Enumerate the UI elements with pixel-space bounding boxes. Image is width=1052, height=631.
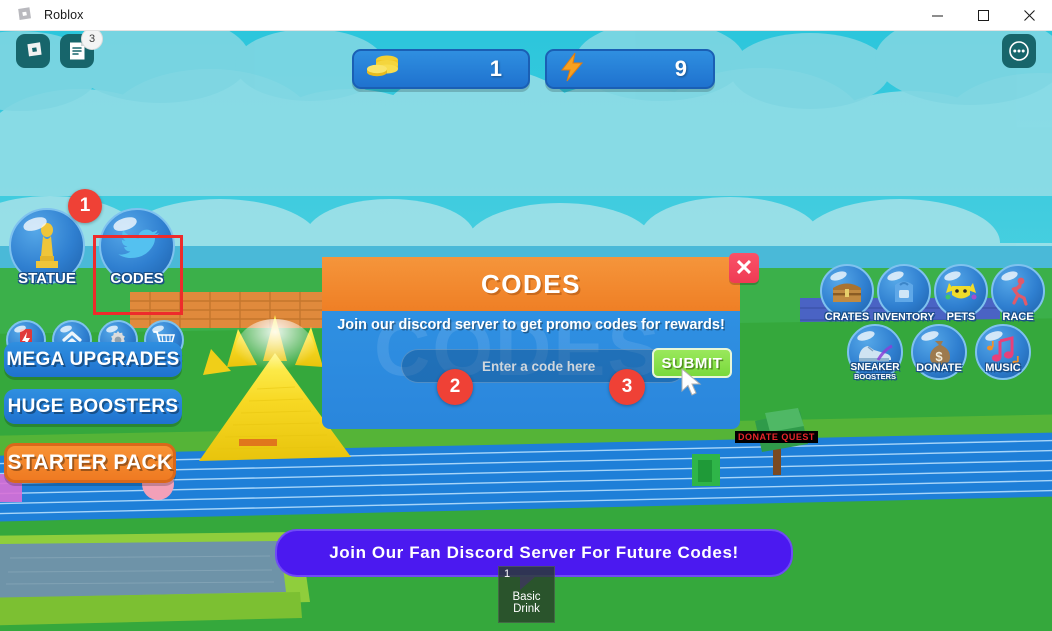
roblox-window: Roblox DONATE QUEST 3 1 9 STATUE CODES M… [0,0,1052,631]
window-controls [914,0,1052,31]
mega-upgrades-button[interactable]: MEGA UPGRADES [4,342,182,377]
sidebar-item-music[interactable] [975,324,1031,380]
hotbar-slot-1[interactable]: 1 Basic Drink [498,566,555,623]
annotation-marker-2: 2 [437,369,473,405]
stat-energy[interactable]: 9 [545,49,715,89]
codes-dialog-body: CODES Join our discord server to get pro… [322,311,740,429]
sidebar-item-pets[interactable] [934,264,988,318]
codes-highlight-box [93,235,183,315]
codes-dialog-subtitle: Join our discord server to get promo cod… [337,317,725,333]
codes-dialog-header: CODES [322,257,740,311]
sidebar-item-race[interactable] [991,264,1045,318]
codes-dialog: CODES CODES Join our discord server to g… [322,257,740,429]
money-bag-icon: $ [930,341,950,365]
game-viewport[interactable]: DONATE QUEST 3 1 9 STATUE CODES MEGA UPG… [0,31,1052,631]
sidebar-item-inventory[interactable] [877,264,931,318]
code-input-placeholder: Enter a code here [482,358,596,374]
energy-value: 9 [674,56,687,81]
world-nametag: DONATE QUEST [735,431,818,443]
sidebar-item-crates[interactable] [820,264,874,318]
hotbar-slot-number: 1 [504,568,511,580]
hotbar-item-name: Basic Drink [512,591,541,615]
more-options-button[interactable] [1002,34,1036,68]
codes-dialog-title: CODES [481,268,581,299]
roblox-logo-icon [8,6,38,24]
pet-horns-icon [945,283,977,300]
close-button[interactable] [1006,0,1052,31]
submit-button[interactable]: SUBMIT [652,348,732,378]
annotation-marker-3: 3 [609,369,645,405]
codes-dialog-close-button[interactable]: ✕ [729,253,759,283]
starter-pack-button[interactable]: STARTER PACK [4,443,176,483]
stat-coins[interactable]: 1 [352,49,530,89]
roblox-home-button[interactable] [16,34,50,68]
huge-boosters-button[interactable]: HUGE BOOSTERS [4,389,182,424]
ellipsis-icon [1009,41,1029,61]
annotation-marker-1: 1 [68,189,102,223]
coins-icon [364,52,404,87]
minimize-button[interactable] [914,0,960,31]
window-title: Roblox [44,8,84,22]
chat-button[interactable]: 3 [60,31,103,68]
sneaker-icon [859,344,893,362]
treasure-chest-icon [833,283,861,302]
roblox-logo-icon [26,41,42,56]
lightning-bolt-icon [557,51,587,88]
sidebar-item-sneaker-boosters[interactable] [847,324,903,380]
maximize-button[interactable] [960,0,1006,31]
window-title-bar: Roblox [0,0,1052,31]
sidebar-item-donate[interactable]: $ [911,324,967,380]
svg-text:$: $ [935,349,943,364]
coins-value: 1 [489,56,502,81]
